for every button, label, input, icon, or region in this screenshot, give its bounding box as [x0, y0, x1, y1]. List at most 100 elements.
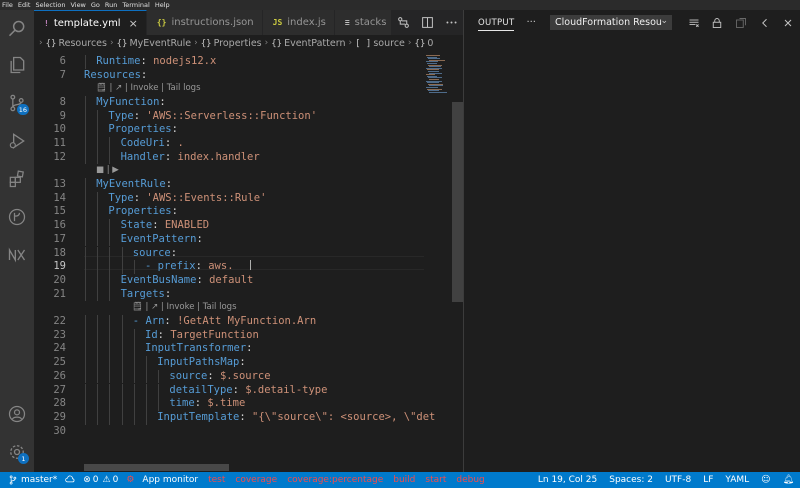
- breadcrumb-item[interactable]: {} Properties: [201, 38, 262, 49]
- code-lens-rule[interactable]: ■ | ▶: [96, 164, 119, 178]
- line-ending[interactable]: LF: [703, 475, 713, 485]
- horizontal-scrollbar[interactable]: [84, 464, 229, 471]
- warning-count: 0: [112, 475, 119, 485]
- code-text: time: $.time: [169, 397, 245, 411]
- app-monitor-button[interactable]: App monitor: [142, 475, 198, 485]
- tab-instructions-json[interactable]: {} instructions.json: [146, 10, 263, 35]
- npm-script-test[interactable]: test: [208, 475, 225, 485]
- notifications-bell-icon[interactable]: 🔔︎: [783, 475, 794, 485]
- code-lens-function[interactable]: 🗒︎ | ↗ | Invoke | Tail logs: [96, 82, 201, 96]
- tab-label: stacks: [354, 17, 387, 28]
- close-icon[interactable]: ×: [129, 17, 138, 30]
- code-lens-targets[interactable]: 🗒︎ | ↗ | Invoke | Tail logs: [132, 301, 237, 315]
- explorer-files-button[interactable]: [0, 48, 34, 82]
- breadcrumb-item[interactable]: {} MyEventRule: [117, 38, 192, 49]
- open-output-editor-button[interactable]: [733, 15, 749, 31]
- yaml-value: default: [209, 273, 254, 286]
- npm-script-coverage[interactable]: coverage: [235, 475, 277, 485]
- indent-guide: [85, 150, 86, 165]
- menu-item-go[interactable]: Go: [91, 0, 100, 10]
- scm-count-badge: 16: [16, 104, 29, 115]
- line-number: 9: [59, 109, 66, 122]
- menu-item-edit[interactable]: Edit: [18, 0, 31, 10]
- indent-guide: [85, 123, 86, 138]
- npm-script-build[interactable]: build: [393, 475, 415, 485]
- indent-guide: [97, 287, 99, 302]
- more-actions-button[interactable]: [443, 15, 459, 31]
- manage-settings-button[interactable]: 1: [0, 435, 34, 469]
- colon: :: [133, 191, 147, 204]
- nx-console-button[interactable]: [0, 238, 34, 272]
- breadcrumb-separator-icon: ›: [348, 38, 353, 48]
- line-number: 14: [53, 191, 66, 204]
- extensions-button[interactable]: [0, 162, 34, 196]
- indent-guide: [85, 287, 86, 302]
- breadcrumb-label: 0: [427, 37, 434, 49]
- split-editor-button[interactable]: [419, 15, 435, 31]
- indent-guide: [109, 219, 111, 233]
- line-number: 13: [53, 178, 66, 190]
- git-graph-button[interactable]: [0, 200, 34, 234]
- document-icon: 🗒︎: [132, 302, 146, 313]
- indentation[interactable]: Spaces: 2: [609, 475, 653, 485]
- files-icon: [10, 56, 25, 74]
- colon: :: [194, 397, 208, 410]
- compare-changes-button[interactable]: [395, 15, 411, 31]
- indent-guide: [85, 96, 86, 110]
- cursor-position[interactable]: Ln 19, Col 25: [538, 475, 597, 485]
- split-editor-icon: [421, 17, 433, 28]
- yaml-key: CodeUri: [120, 137, 165, 150]
- accounts-button[interactable]: [0, 397, 34, 431]
- breadcrumb-item[interactable]: {} Resources: [46, 38, 107, 49]
- encoding[interactable]: UTF-8: [665, 475, 691, 485]
- feedback-button[interactable]: ☺: [761, 475, 770, 485]
- yaml-key: InputTransformer: [145, 342, 247, 355]
- line-number: 30: [53, 424, 66, 437]
- npm-script-coverage-percentage[interactable]: coverage:percentage: [287, 475, 383, 485]
- menu-item-help[interactable]: Help: [155, 0, 170, 10]
- document-icon: 🗒︎: [96, 83, 110, 94]
- tab-label: template.yml: [53, 17, 121, 29]
- breadcrumb-label: MyEventRule: [129, 37, 192, 49]
- code-editor[interactable]: 6 Runtime: nodejs12.x 7 Resources: 8 MyFunct…: [34, 51, 435, 472]
- lock-scroll-button[interactable]: [709, 15, 725, 31]
- tab-index-js[interactable]: JS index.js: [262, 10, 335, 35]
- indent-guide: [85, 369, 86, 384]
- sync-button[interactable]: [65, 475, 75, 485]
- code-line: 27 detailType: $.detail-type: [34, 384, 424, 398]
- indent-guide: [109, 246, 111, 261]
- menu-item-file[interactable]: File: [2, 0, 13, 10]
- language-mode[interactable]: YAML: [725, 475, 749, 485]
- menu-item-selection[interactable]: Selection: [35, 0, 65, 10]
- branch-indicator[interactable]: master*: [8, 475, 57, 485]
- output-channel-select[interactable]: CloudFormation Resou ⌄: [550, 15, 672, 30]
- menu-item-view[interactable]: View: [70, 0, 85, 10]
- indent-guide: [85, 137, 86, 151]
- tab-stacks[interactable]: ≡ stacks: [334, 10, 396, 35]
- vertical-scrollbar[interactable]: [452, 102, 463, 302]
- npm-script-debug[interactable]: debug: [456, 475, 484, 485]
- previous-button[interactable]: [757, 15, 773, 31]
- panel-more-icon[interactable]: ···: [526, 17, 536, 28]
- explorer-search-icon[interactable]: [0, 12, 34, 46]
- colon: :: [157, 328, 171, 341]
- breadcrumb-item[interactable]: [ ] source: [355, 38, 405, 49]
- tab-output[interactable]: OUTPUT: [478, 15, 515, 31]
- menu-item-terminal[interactable]: Terminal: [122, 0, 149, 10]
- breadcrumb-separator-icon: ›: [264, 38, 269, 48]
- source-control-button[interactable]: 16: [0, 86, 34, 120]
- line-number: 20: [53, 273, 66, 286]
- yaml-value: TargetFunction: [170, 328, 259, 341]
- colon: :: [196, 273, 210, 286]
- breadcrumb-separator-icon: ›: [109, 38, 114, 48]
- clear-output-button[interactable]: [686, 15, 702, 31]
- breadcrumb-item[interactable]: {} EventPattern: [271, 38, 345, 49]
- npm-script-start[interactable]: start: [425, 475, 446, 485]
- menu-item-run[interactable]: Run: [105, 0, 117, 10]
- close-panel-button[interactable]: [780, 15, 796, 31]
- indent-guide: [109, 397, 111, 411]
- breadcrumb-item[interactable]: {} 0: [415, 38, 434, 49]
- run-debug-button[interactable]: [0, 124, 34, 158]
- problems-indicator[interactable]: ⊗ 0 ⚠ 0: [83, 475, 118, 485]
- tab-template-yml[interactable]: ! template.yml ×: [34, 10, 147, 35]
